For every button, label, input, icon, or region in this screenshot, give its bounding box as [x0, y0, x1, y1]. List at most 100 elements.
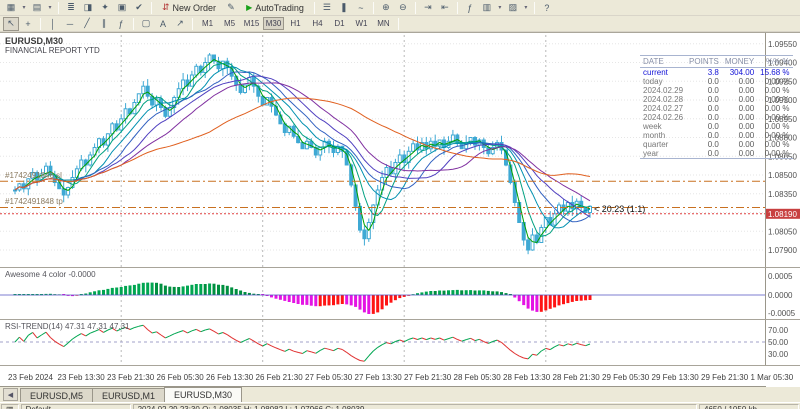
report-row: current3.8304.0015.68 % [640, 68, 793, 78]
metaeditor-button[interactable]: ✎ [223, 1, 239, 15]
templates-button[interactable]: ▨ [505, 1, 521, 15]
chart-annotation: < 20:23 (1.1) [594, 204, 645, 214]
toolbar-separator [415, 2, 416, 14]
profiles-dropdown[interactable]: ▾ [46, 1, 54, 15]
autotrading-play-icon: ▶ [246, 3, 252, 12]
status-connection: 4650 / 1050 kb [699, 404, 799, 409]
report-row: week0.00.000.00 % [640, 122, 793, 131]
chart-bars-button[interactable]: ☰ [319, 1, 335, 15]
svg-text:28 Feb 21:30: 28 Feb 21:30 [553, 373, 601, 382]
trendline-button[interactable]: ╱ [79, 17, 95, 31]
report-row: quarter0.00.000.00 % [640, 140, 793, 149]
tab-scroll-left-button[interactable]: ◀ [3, 388, 18, 401]
fibonacci-button[interactable]: ƒ [113, 17, 129, 31]
new-chart-dropdown[interactable]: ▾ [20, 1, 28, 15]
toolbar-separator [457, 2, 458, 14]
chart-shift-button[interactable]: ⇤ [437, 1, 453, 15]
help-button[interactable]: ? [539, 1, 555, 15]
svg-text:70.00: 70.00 [768, 326, 789, 335]
svg-text:26 Feb 13:30: 26 Feb 13:30 [206, 373, 254, 382]
chart-candles-button[interactable]: ❚ [336, 1, 352, 15]
svg-text:27 Feb 21:30: 27 Feb 21:30 [404, 373, 452, 382]
svg-text:29 Feb 05:30: 29 Feb 05:30 [602, 373, 650, 382]
svg-text:27 Feb 13:30: 27 Feb 13:30 [355, 373, 403, 382]
navigator-button[interactable]: ✦ [97, 1, 113, 15]
timeframe-m30-button[interactable]: M30 [263, 17, 284, 30]
rsi-indicator-label: RSI-TREND(14) 47.31 47.31 47.31 [5, 322, 130, 331]
candlesticks [14, 53, 592, 254]
svg-text:26 Feb 05:30: 26 Feb 05:30 [157, 373, 205, 382]
timeframe-mn-button[interactable]: MN [373, 17, 394, 30]
periods-dropdown[interactable]: ▾ [496, 1, 504, 15]
new-order-button[interactable]: ⇵ New Order [156, 1, 222, 15]
order-tp-label: #1742491848 tp [5, 197, 63, 206]
text-tool-button[interactable]: A [155, 17, 171, 31]
tab-eurusd-m5[interactable]: EURUSD,M5 [20, 388, 93, 402]
indicators-button[interactable]: ƒ [462, 1, 478, 15]
svg-text:0.0000: 0.0000 [768, 291, 793, 300]
toolbar-line-studies: ↖ + │ ─ ╱ ∥ ƒ ▢ A ↗ M1 M5 M15 M30 H1 H4 … [0, 16, 800, 32]
moving-average-lines [15, 60, 590, 243]
report-row: year0.00.000.00 % [640, 149, 793, 159]
templates-dropdown[interactable]: ▾ [522, 1, 530, 15]
svg-text:50.00: 50.00 [768, 338, 789, 347]
timeframe-w1-button[interactable]: W1 [351, 17, 372, 30]
svg-text:23 Feb 13:30: 23 Feb 13:30 [58, 373, 106, 382]
report-row: month0.00.000.00 % [640, 131, 793, 140]
report-header-row: DATEPOINTSMONEY%% % [640, 56, 793, 68]
timeframe-m1-button[interactable]: M1 [197, 17, 218, 30]
toolbar-separator [534, 2, 535, 14]
cursor-tool-button[interactable]: ↖ [3, 17, 19, 31]
report-row: today0.00.000.00 % [640, 77, 793, 86]
status-bar: ▥ Default 2024.02.29 23:30 O: 1.08035 H:… [0, 402, 800, 409]
time-axis[interactable]: 23 Feb 202423 Feb 13:3023 Feb 21:3026 Fe… [8, 373, 794, 382]
tab-eurusd-m30[interactable]: EURUSD,M30 [164, 387, 242, 402]
status-ohlc: 2024.02.29 23:30 O: 1.08035 H: 1.08082 L… [133, 404, 697, 409]
timeframe-d1-button[interactable]: D1 [329, 17, 350, 30]
svg-text:1.08500: 1.08500 [768, 171, 797, 180]
svg-text:28 Feb 05:30: 28 Feb 05:30 [454, 373, 502, 382]
svg-text:1.08050: 1.08050 [768, 227, 797, 236]
status-profile[interactable]: Default [21, 404, 131, 409]
terminal-button[interactable]: ▣ [114, 1, 130, 15]
channel-button[interactable]: ∥ [96, 17, 112, 31]
svg-text:29 Feb 13:30: 29 Feb 13:30 [652, 373, 700, 382]
new-order-label: New Order [173, 3, 217, 13]
auto-scroll-button[interactable]: ⇥ [420, 1, 436, 15]
svg-text:1.08190: 1.08190 [768, 210, 797, 219]
toolbar-separator [373, 2, 374, 14]
report-row: 2024.02.280.00.000.00 % [640, 95, 793, 104]
vertical-line-button[interactable]: │ [45, 17, 61, 31]
tab-eurusd-m1[interactable]: EURUSD,M1 [92, 388, 165, 402]
svg-text:1 Mar 05:30: 1 Mar 05:30 [751, 373, 794, 382]
periods-button[interactable]: ▥ [479, 1, 495, 15]
financial-report-table: DATEPOINTSMONEY%% %current3.8304.0015.68… [640, 55, 793, 159]
new-order-icon: ⇵ [162, 2, 170, 13]
crosshair-tool-button[interactable]: + [20, 17, 36, 31]
zoom-out-button[interactable]: ⊖ [395, 1, 411, 15]
data-window-button[interactable]: ◨ [80, 1, 96, 15]
chart-line-button[interactable]: ~ [353, 1, 369, 15]
svg-text:30.00: 30.00 [768, 350, 789, 359]
market-watch-button[interactable]: ≣ [63, 1, 79, 15]
awesome-oscillator-histogram: 0.00050.0000-0.0005 [0, 272, 796, 318]
toolbar-separator [314, 2, 315, 14]
autotrading-button[interactable]: ▶ AutoTrading [240, 1, 310, 15]
horizontal-line-button[interactable]: ─ [62, 17, 78, 31]
new-chart-button[interactable]: ▦ [3, 1, 19, 15]
svg-text:1.09550: 1.09550 [768, 40, 797, 49]
timeframe-m15-button[interactable]: M15 [241, 17, 262, 30]
svg-text:23 Feb 21:30: 23 Feb 21:30 [107, 373, 155, 382]
profiles-button[interactable]: ▤ [29, 1, 45, 15]
arrow-tool-button[interactable]: ↗ [172, 17, 188, 31]
pane-splitters[interactable] [0, 268, 800, 366]
timeframe-h4-button[interactable]: H4 [307, 17, 328, 30]
timeframe-h1-button[interactable]: H1 [285, 17, 306, 30]
shapes-button[interactable]: ▢ [138, 17, 154, 31]
svg-text:23 Feb 2024: 23 Feb 2024 [8, 373, 53, 382]
strategy-tester-button[interactable]: ✔ [131, 1, 147, 15]
zoom-in-button[interactable]: ⊕ [378, 1, 394, 15]
status-grid-icon: ▥ [1, 404, 19, 409]
timeframe-m5-button[interactable]: M5 [219, 17, 240, 30]
svg-text:27 Feb 05:30: 27 Feb 05:30 [305, 373, 353, 382]
